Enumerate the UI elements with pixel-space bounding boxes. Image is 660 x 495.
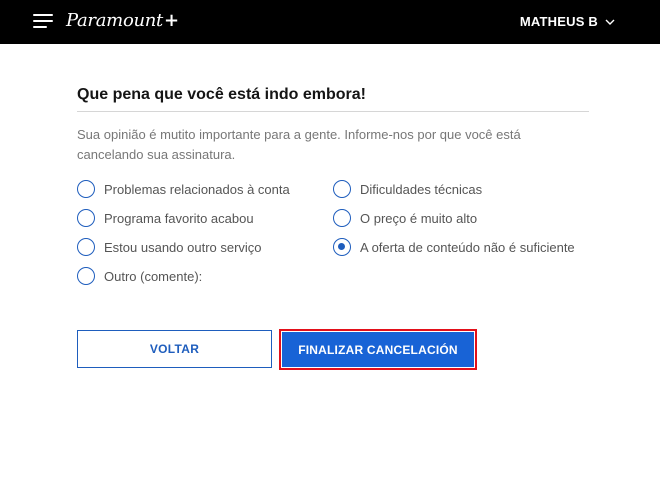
logo-text: Paramount (66, 10, 163, 31)
radio-button[interactable] (77, 180, 95, 198)
option-content-not-enough[interactable]: A oferta de conteúdo não é suficiente (333, 238, 575, 256)
back-button[interactable]: VOLTAR (77, 330, 272, 368)
radio-button[interactable] (77, 267, 95, 285)
radio-button[interactable] (77, 238, 95, 256)
survey-description: Sua opinião é mutito importante para a g… (77, 127, 521, 162)
radio-button[interactable] (77, 209, 95, 227)
option-label: Programa favorito acabou (104, 210, 254, 226)
option-favorite-show-ended[interactable]: Programa favorito acabou (77, 209, 254, 227)
paramount-plus-logo[interactable]: Paramount+ (66, 10, 179, 31)
top-navigation-bar: Paramount+ MATHEUS B (0, 0, 660, 44)
finish-button-highlight: FINALIZAR CANCELACIÓN (279, 329, 477, 370)
finish-cancellation-button[interactable]: FINALIZAR CANCELACIÓN (282, 332, 474, 367)
option-label: Dificuldades técnicas (360, 181, 483, 197)
divider (77, 111, 589, 112)
option-label: Outro (comente): (104, 268, 203, 284)
radio-button[interactable] (333, 180, 351, 198)
option-other-service[interactable]: Estou usando outro serviço (77, 238, 262, 256)
option-label: A oferta de conteúdo não é suficiente (360, 239, 575, 255)
page-title: Que pena que você está indo embora! (77, 86, 366, 103)
hamburger-menu-icon[interactable] (33, 14, 53, 30)
option-price-too-high[interactable]: O preço é muito alto (333, 209, 477, 227)
option-label: Estou usando outro serviço (104, 239, 262, 255)
option-label: Problemas relacionados à conta (104, 181, 290, 197)
option-other-comment[interactable]: Outro (comente): (77, 267, 202, 285)
chevron-down-icon (605, 19, 615, 25)
user-name: MATHEUS B (519, 14, 598, 29)
radio-button[interactable] (333, 209, 351, 227)
logo-plus: + (164, 10, 179, 31)
user-account-menu[interactable]: MATHEUS B (520, 14, 615, 29)
option-account-problems[interactable]: Problemas relacionados à conta (77, 180, 290, 198)
radio-button-selected[interactable] (333, 238, 351, 256)
option-technical-difficulties[interactable]: Dificuldades técnicas (333, 180, 482, 198)
option-label: O preço é muito alto (360, 210, 478, 226)
